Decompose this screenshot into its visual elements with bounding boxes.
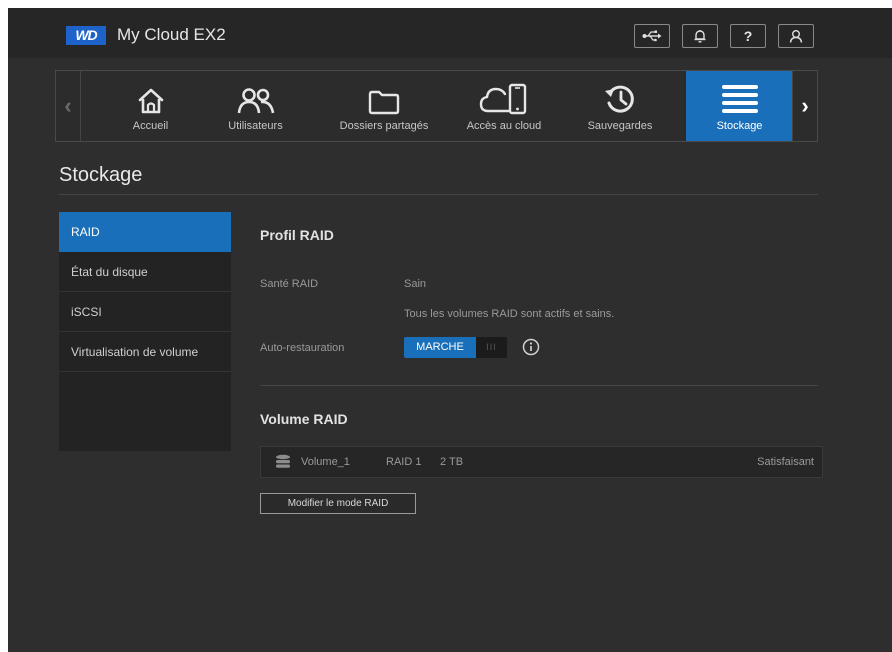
help-button[interactable]: ?	[730, 24, 766, 48]
side-item-iscsi[interactable]: iSCSI	[59, 292, 231, 332]
raid-health-label: Santé RAID	[260, 278, 319, 290]
app-title: My Cloud EX2	[117, 25, 226, 44]
raid-volume-title: Volume RAID	[260, 411, 348, 427]
raid-health-value: Sain	[404, 278, 427, 290]
home-icon	[137, 71, 165, 115]
usb-icon	[642, 30, 662, 42]
nav-label-utilisateurs: Utilisateurs	[228, 120, 283, 132]
side-item-virtualisation[interactable]: Virtualisation de volume	[59, 332, 231, 372]
nav-previous-button[interactable]: ‹	[56, 71, 81, 141]
nav-item-acces-au-cloud[interactable]: Accès au cloud	[454, 71, 554, 141]
database-icon	[275, 447, 291, 489]
folder-icon	[367, 71, 401, 115]
usb-button[interactable]	[634, 24, 670, 48]
side-item-raid[interactable]: RAID	[59, 212, 231, 252]
nav-label-acces-au-cloud: Accès au cloud	[466, 120, 542, 132]
chevron-right-icon: ›	[801, 93, 809, 118]
nav-next-button[interactable]: ›	[792, 71, 817, 141]
nav-item-accueil[interactable]: Accueil	[103, 71, 198, 141]
side-item-etat-du-disque[interactable]: État du disque	[59, 252, 231, 292]
users-icon	[237, 71, 275, 115]
bell-icon	[693, 29, 707, 43]
raid-profile-title: Profil RAID	[260, 227, 334, 243]
user-icon	[789, 29, 803, 43]
chevron-left-icon: ‹	[64, 93, 72, 118]
nav-item-stockage[interactable]: Stockage	[686, 71, 793, 141]
app-window: WD My Cloud EX2 ? ‹ Accueil Utilisateurs…	[8, 8, 892, 652]
nav-item-sauvegardes[interactable]: Sauvegardes	[570, 71, 670, 141]
volume-raid-level: RAID 1	[386, 456, 422, 468]
history-icon	[604, 71, 636, 115]
auto-restore-label: Auto-restauration	[260, 342, 345, 354]
toggle-state-label: MARCHE	[404, 337, 476, 358]
auto-restore-toggle[interactable]: MARCHE III	[404, 337, 507, 358]
user-button[interactable]	[778, 24, 814, 48]
nav-item-utilisateurs[interactable]: Utilisateurs	[208, 71, 303, 141]
raid-health-detail: Tous les volumes RAID sont actifs et sai…	[404, 308, 615, 320]
section-divider	[260, 385, 818, 386]
title-divider	[59, 194, 818, 195]
volume-size: 2 TB	[440, 456, 464, 468]
nav-label-dossiers-partages: Dossiers partagés	[339, 120, 429, 132]
top-bar: WD My Cloud EX2 ?	[8, 8, 892, 58]
nav-label-sauvegardes: Sauvegardes	[587, 120, 653, 132]
nav-label-accueil: Accueil	[132, 120, 169, 132]
volume-status: Satisfaisant	[757, 456, 814, 468]
notifications-button[interactable]	[682, 24, 718, 48]
storage-icon	[720, 71, 760, 115]
table-row[interactable]: Volume_1 RAID 1 2 TB Satisfaisant	[260, 446, 823, 478]
wd-logo: WD	[66, 26, 106, 45]
info-icon[interactable]	[522, 338, 540, 361]
page-title: Stockage	[59, 164, 143, 186]
volume-name: Volume_1	[301, 456, 350, 468]
toggle-knob: III	[476, 337, 507, 358]
nav-label-stockage: Stockage	[716, 120, 763, 132]
nav-item-dossiers-partages[interactable]: Dossiers partagés	[328, 71, 440, 141]
help-icon: ?	[743, 28, 753, 44]
side-menu: RAID État du disque iSCSI Virtualisation…	[59, 212, 231, 451]
cloud-device-icon	[479, 71, 529, 115]
main-navigation: ‹ Accueil Utilisateurs Dossiers partagés…	[55, 70, 818, 142]
modify-raid-mode-button[interactable]: Modifier le mode RAID	[260, 493, 416, 514]
